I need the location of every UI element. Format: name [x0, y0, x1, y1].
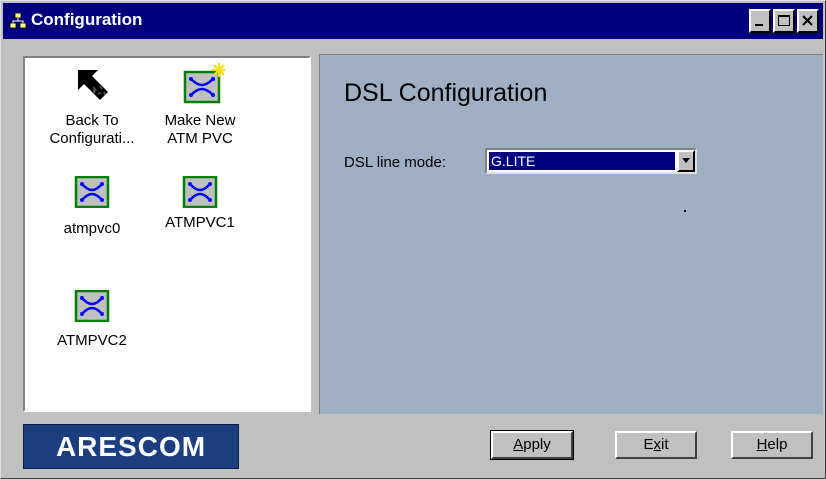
arescom-logo: ARESCOM	[23, 424, 239, 469]
atmpvc0-item[interactable]: atmpvc0	[37, 176, 147, 238]
dsl-line-mode-label: DSL line mode:	[344, 154, 446, 171]
minimize-button[interactable]	[749, 9, 771, 33]
network-icon	[9, 12, 27, 29]
exit-mnemonic: x	[653, 436, 662, 453]
item-label: Make New	[164, 112, 236, 129]
dsl-line-mode-value: G.LITE	[489, 152, 675, 170]
back-to-configuration-item[interactable]: Back To Configurati...	[37, 66, 147, 148]
dropdown-button[interactable]	[677, 150, 695, 172]
help-mnemonic: H	[756, 436, 768, 453]
chevron-down-icon	[682, 158, 690, 163]
pvc-icon	[74, 290, 110, 322]
dsl-line-mode-select[interactable]: G.LITE	[485, 148, 697, 174]
make-new-atm-pvc-item[interactable]: Make New ATM PVC	[145, 62, 255, 148]
atmpvc2-item[interactable]: ATMPVC2	[37, 290, 147, 350]
help-button[interactable]: Help	[731, 431, 813, 459]
apply-button[interactable]: Apply	[490, 430, 574, 460]
item-label: ATMPVC1	[165, 214, 235, 231]
minimize-icon	[755, 24, 763, 26]
title-bar[interactable]: Configuration	[3, 3, 823, 39]
page-title: DSL Configuration	[344, 79, 548, 107]
item-label: atmpvc0	[63, 220, 121, 237]
new-pvc-icon	[183, 63, 225, 104]
maximize-button[interactable]	[773, 9, 795, 33]
window-title: Configuration	[31, 10, 143, 29]
back-arrow-icon	[78, 70, 108, 100]
item-label: Configurati...	[49, 130, 135, 147]
configuration-window: Configuration Back To Configurati... Mak…	[0, 0, 826, 479]
stray-dot	[684, 210, 686, 212]
maximize-icon	[778, 15, 790, 26]
apply-mnemonic: A	[513, 436, 524, 453]
close-icon	[802, 15, 813, 26]
navigation-panel: Back To Configurati... Make New ATM PVC …	[23, 56, 311, 412]
close-button[interactable]	[797, 9, 819, 33]
pvc-icon	[74, 176, 110, 208]
item-label: ATM PVC	[167, 130, 233, 147]
apply-label: pply	[523, 436, 551, 453]
help-label: elp	[767, 436, 788, 453]
dsl-configuration-panel: DSL Configuration DSL line mode: G.LITE	[319, 54, 823, 414]
atmpvc1-item[interactable]: ATMPVC1	[145, 176, 255, 232]
item-label: ATMPVC2	[57, 332, 127, 349]
exit-label-start: E	[643, 436, 654, 453]
item-label: Back To	[65, 112, 119, 129]
pvc-icon	[182, 176, 218, 208]
exit-label-end: it	[661, 436, 669, 453]
exit-button[interactable]: Exit	[615, 431, 697, 459]
